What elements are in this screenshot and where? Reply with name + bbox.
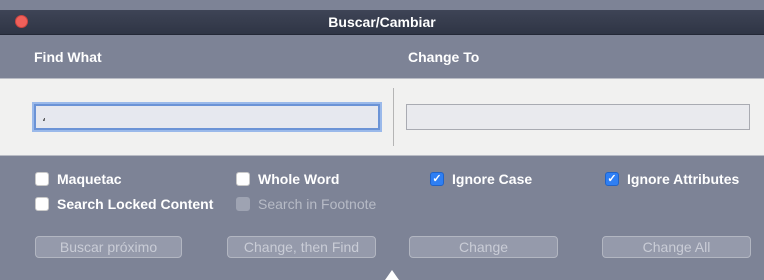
option-whole-word[interactable]: Whole Word bbox=[236, 171, 339, 187]
change-then-find-button[interactable]: Change, then Find bbox=[227, 236, 376, 258]
option-ignore-attributes[interactable]: ✓ Ignore Attributes bbox=[605, 171, 739, 187]
change-to-label: Change To bbox=[408, 49, 480, 65]
find-what-field[interactable]: ، bbox=[34, 104, 380, 130]
option-ignore-case-label: Ignore Case bbox=[452, 171, 533, 187]
window-title: Buscar/Cambiar bbox=[328, 14, 436, 30]
resize-arrow-icon bbox=[385, 270, 399, 280]
option-maquetac-label: Maquetac bbox=[57, 171, 122, 187]
option-search-in-footnote: Search in Footnote bbox=[236, 196, 376, 212]
option-search-in-footnote-label: Search in Footnote bbox=[258, 196, 377, 212]
checkbox-whole-word[interactable] bbox=[236, 172, 250, 186]
option-ignore-attributes-label: Ignore Attributes bbox=[627, 171, 740, 187]
option-search-locked-content[interactable]: Search Locked Content bbox=[35, 196, 213, 212]
change-to-field[interactable] bbox=[406, 104, 750, 130]
find-change-window: Buscar/Cambiar Find What Change To ، Maq… bbox=[0, 0, 764, 280]
checkbox-ignore-attributes[interactable]: ✓ bbox=[605, 172, 619, 186]
checkbox-search-locked-content[interactable] bbox=[35, 197, 49, 211]
title-bar[interactable]: Buscar/Cambiar bbox=[0, 10, 764, 35]
option-search-locked-content-label: Search Locked Content bbox=[57, 196, 214, 212]
change-all-button[interactable]: Change All bbox=[602, 236, 751, 258]
checkbox-search-in-footnote bbox=[236, 197, 250, 211]
option-ignore-case[interactable]: ✓ Ignore Case bbox=[430, 171, 532, 187]
option-whole-word-label: Whole Word bbox=[258, 171, 340, 187]
option-maquetac[interactable]: Maquetac bbox=[35, 171, 122, 187]
checkbox-maquetac[interactable] bbox=[35, 172, 49, 186]
column-divider bbox=[393, 88, 394, 146]
checkbox-ignore-case[interactable]: ✓ bbox=[430, 172, 444, 186]
change-button[interactable]: Change bbox=[409, 236, 558, 258]
find-next-button[interactable]: Buscar próximo bbox=[35, 236, 182, 258]
column-headers: Find What Change To bbox=[0, 35, 764, 77]
checkmark-icon: ✓ bbox=[607, 172, 617, 185]
checkmark-icon: ✓ bbox=[432, 172, 442, 185]
find-what-label: Find What bbox=[34, 49, 102, 65]
